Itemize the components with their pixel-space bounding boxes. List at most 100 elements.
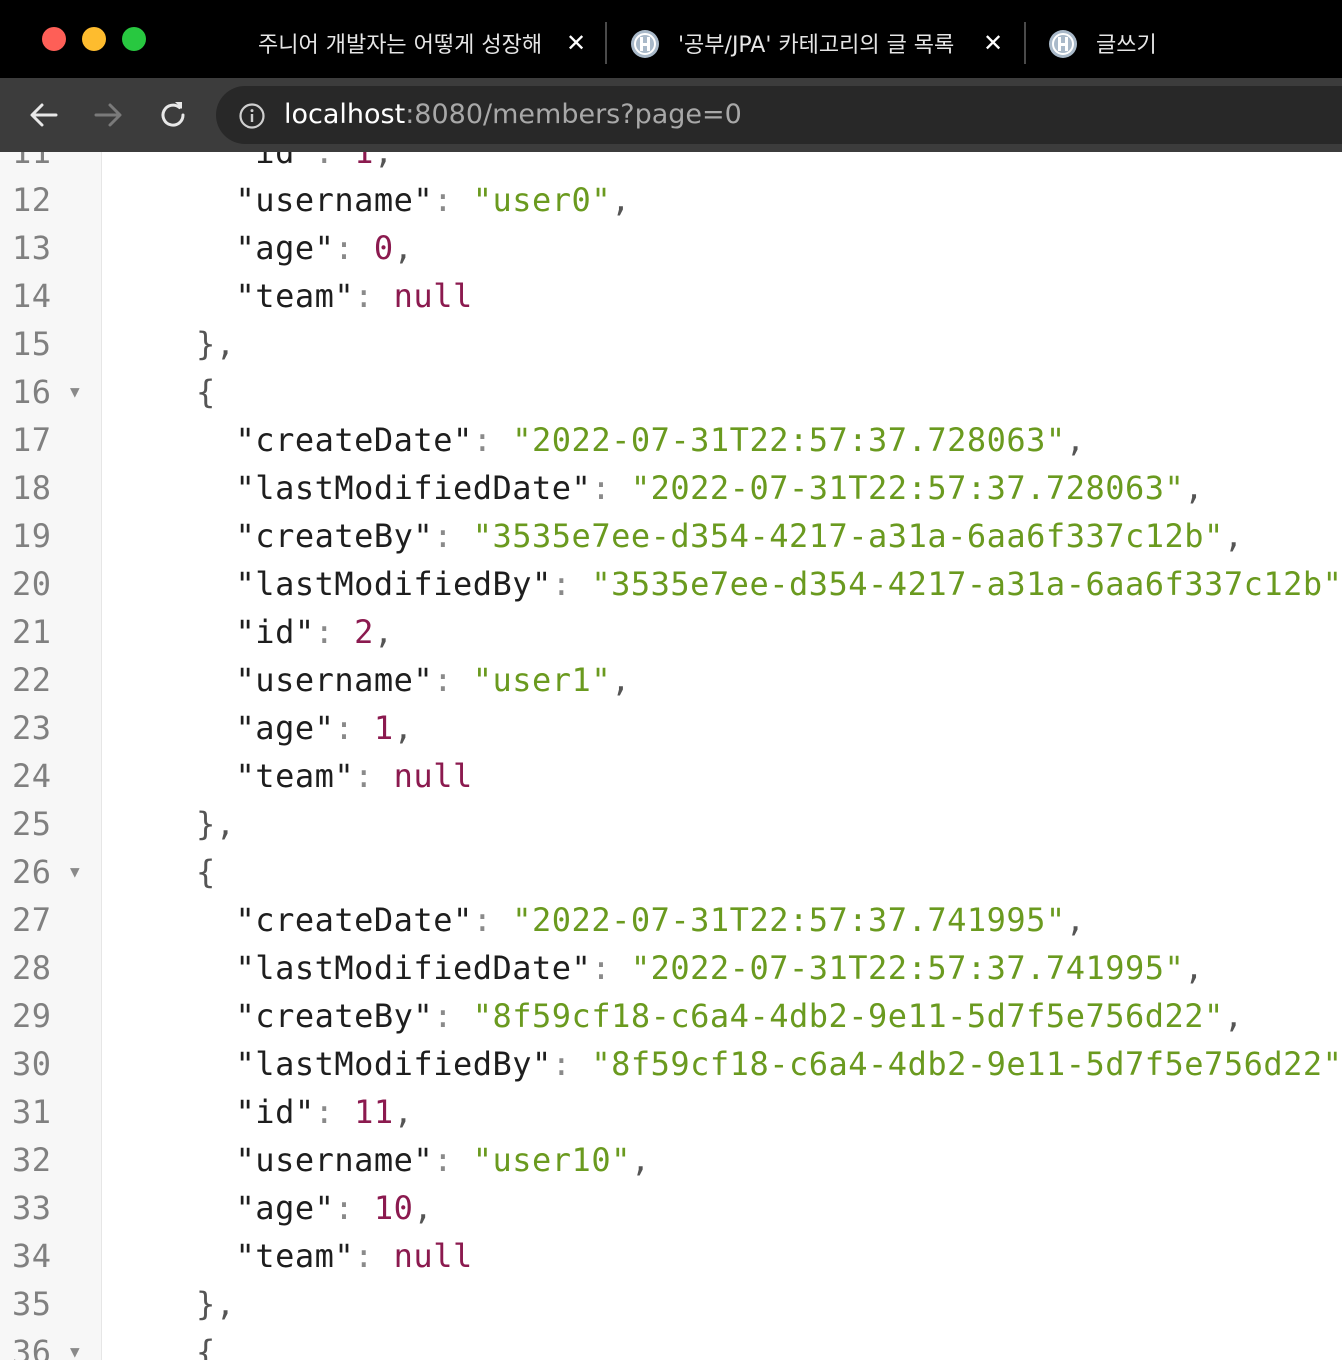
json-comma: , xyxy=(373,152,394,171)
json-key: "team" xyxy=(235,1237,355,1275)
json-brace: }, xyxy=(196,805,236,843)
json-colon: : xyxy=(314,152,355,171)
url-host: localhost xyxy=(284,99,406,130)
code-text: "lastModifiedBy": "8f59cf18-c6a4-4db2-9e… xyxy=(196,1040,1342,1088)
json-number-value: 1 xyxy=(354,152,374,171)
code-line: 35}, xyxy=(0,1280,1342,1328)
json-colon: : xyxy=(433,997,473,1035)
code-text: "lastModifiedBy": "3535e7ee-d354-4217-a3… xyxy=(196,560,1342,608)
code-line: 11 "id": 1, xyxy=(0,152,1342,176)
json-key: "age" xyxy=(235,709,335,747)
reload-icon[interactable] xyxy=(155,97,191,133)
json-colon: : xyxy=(354,277,394,315)
json-colon: : xyxy=(551,565,592,603)
json-string-value: "user0" xyxy=(472,181,612,219)
zoom-window-button[interactable] xyxy=(122,27,146,51)
json-colon: : xyxy=(334,229,374,267)
tistory-h-icon xyxy=(1049,30,1077,58)
line-number: 27 xyxy=(12,901,52,939)
json-viewer: 11 "id": 1, 12 "username": "user0", 13 "ag… xyxy=(0,152,1342,1360)
code-line: 17 "createDate": "2022-07-31T22:57:37.72… xyxy=(0,416,1342,464)
minimize-window-button[interactable] xyxy=(82,27,106,51)
json-string-value: "8f59cf18-c6a4-4db2-9e11-5d7f5e756d22" xyxy=(591,1045,1342,1083)
json-colon: : xyxy=(433,1141,473,1179)
line-number: 18 xyxy=(12,469,52,507)
json-key: "username" xyxy=(235,661,434,699)
json-colon: : xyxy=(472,901,513,939)
code-line: 36 ▼ { xyxy=(0,1328,1342,1360)
code-text: }, xyxy=(196,800,236,848)
fold-toggle-icon[interactable]: ▼ xyxy=(70,1328,80,1360)
json-comma: , xyxy=(373,613,394,651)
code-line: 23 "age": 1, xyxy=(0,704,1342,752)
tab-separator xyxy=(605,22,607,64)
forward-arrow-icon[interactable] xyxy=(90,97,126,133)
address-bar[interactable]: localhost:8080/members?page=0 xyxy=(216,86,1342,144)
json-string-value: "2022-07-31T22:57:37.728063" xyxy=(512,421,1066,459)
json-colon: : xyxy=(334,1189,374,1227)
tab-close-icon[interactable]: ✕ xyxy=(981,31,1005,55)
fold-toggle-icon[interactable]: ▼ xyxy=(70,368,80,416)
line-number: 30 xyxy=(12,1045,52,1083)
code-text: "id": 11, xyxy=(196,1088,413,1136)
tab-write[interactable]: 글쓰기 xyxy=(1034,18,1284,68)
tab-separator xyxy=(1024,22,1026,64)
json-string-value: "2022-07-31T22:57:37.741995" xyxy=(512,901,1066,939)
json-comma: , xyxy=(1223,997,1244,1035)
line-number: 29 xyxy=(12,997,52,1035)
json-comma: , xyxy=(1223,517,1244,555)
json-key: "team" xyxy=(235,757,355,795)
line-number: 34 xyxy=(12,1237,52,1275)
json-string-value: "3535e7ee-d354-4217-a31a-6aa6f337c12b" xyxy=(591,565,1342,603)
json-comma: , xyxy=(1184,469,1205,507)
line-number: 15 xyxy=(12,325,52,363)
code-line: 28 "lastModifiedDate": "2022-07-31T22:57… xyxy=(0,944,1342,992)
code-text: "username": "user1", xyxy=(196,656,631,704)
json-key: "age" xyxy=(235,1189,335,1227)
json-brace: { xyxy=(196,853,216,891)
line-number: 36 xyxy=(12,1333,52,1360)
json-colon: : xyxy=(314,613,355,651)
code-line: 30 "lastModifiedBy": "8f59cf18-c6a4-4db2… xyxy=(0,1040,1342,1088)
tab-junior-developer[interactable]: 주니어 개발자는 어떻게 성장해 ✕ xyxy=(236,18,596,68)
line-number: 28 xyxy=(12,949,52,987)
json-null-value: null xyxy=(393,277,473,315)
site-info-icon[interactable] xyxy=(238,102,266,130)
line-number: 31 xyxy=(12,1093,52,1131)
url-text[interactable]: localhost:8080/members?page=0 xyxy=(284,86,742,144)
close-window-button[interactable] xyxy=(42,27,66,51)
json-brace: { xyxy=(196,373,216,411)
json-key: "team" xyxy=(235,277,355,315)
json-colon: : xyxy=(354,1237,394,1275)
json-number-value: 10 xyxy=(373,1189,414,1227)
tab-close-icon[interactable]: ✕ xyxy=(564,31,588,55)
code-text: "createDate": "2022-07-31T22:57:37.74199… xyxy=(196,896,1085,944)
url-path: :8080/members?page=0 xyxy=(405,99,742,130)
line-number: 17 xyxy=(12,421,52,459)
line-number: 25 xyxy=(12,805,52,843)
json-key: "lastModifiedBy" xyxy=(235,565,552,603)
json-key: "createDate" xyxy=(235,421,473,459)
code-line: 33 "age": 10, xyxy=(0,1184,1342,1232)
tab-title: '공부/JPA' 카테고리의 글 목록 xyxy=(678,33,955,58)
code-line: 31 "id": 11, xyxy=(0,1088,1342,1136)
json-key: "username" xyxy=(235,1141,434,1179)
code-text: "createBy": "8f59cf18-c6a4-4db2-9e11-5d7… xyxy=(196,992,1244,1040)
code-line: 15}, xyxy=(0,320,1342,368)
code-text: { xyxy=(196,368,216,416)
tab-strip: 주니어 개발자는 어떻게 성장해 ✕ '공부/JPA' 카테고리의 글 목록 ✕… xyxy=(0,0,1342,78)
code-line: 18 "lastModifiedDate": "2022-07-31T22:57… xyxy=(0,464,1342,512)
code-line: 16 ▼ { xyxy=(0,368,1342,416)
line-number: 16 xyxy=(12,373,52,411)
tab-jpa-category[interactable]: '공부/JPA' 카테고리의 글 목록 ✕ xyxy=(616,18,1016,68)
line-number: 14 xyxy=(12,277,52,315)
json-key: "createDate" xyxy=(235,901,473,939)
back-arrow-icon[interactable] xyxy=(26,97,62,133)
json-string-value: "3535e7ee-d354-4217-a31a-6aa6f337c12b" xyxy=(472,517,1224,555)
fold-toggle-icon[interactable]: ▼ xyxy=(70,848,80,896)
line-number: 22 xyxy=(12,661,52,699)
json-key: "id" xyxy=(235,152,315,171)
json-colon: : xyxy=(334,709,374,747)
json-brace: }, xyxy=(196,325,236,363)
json-colon: : xyxy=(591,949,631,987)
